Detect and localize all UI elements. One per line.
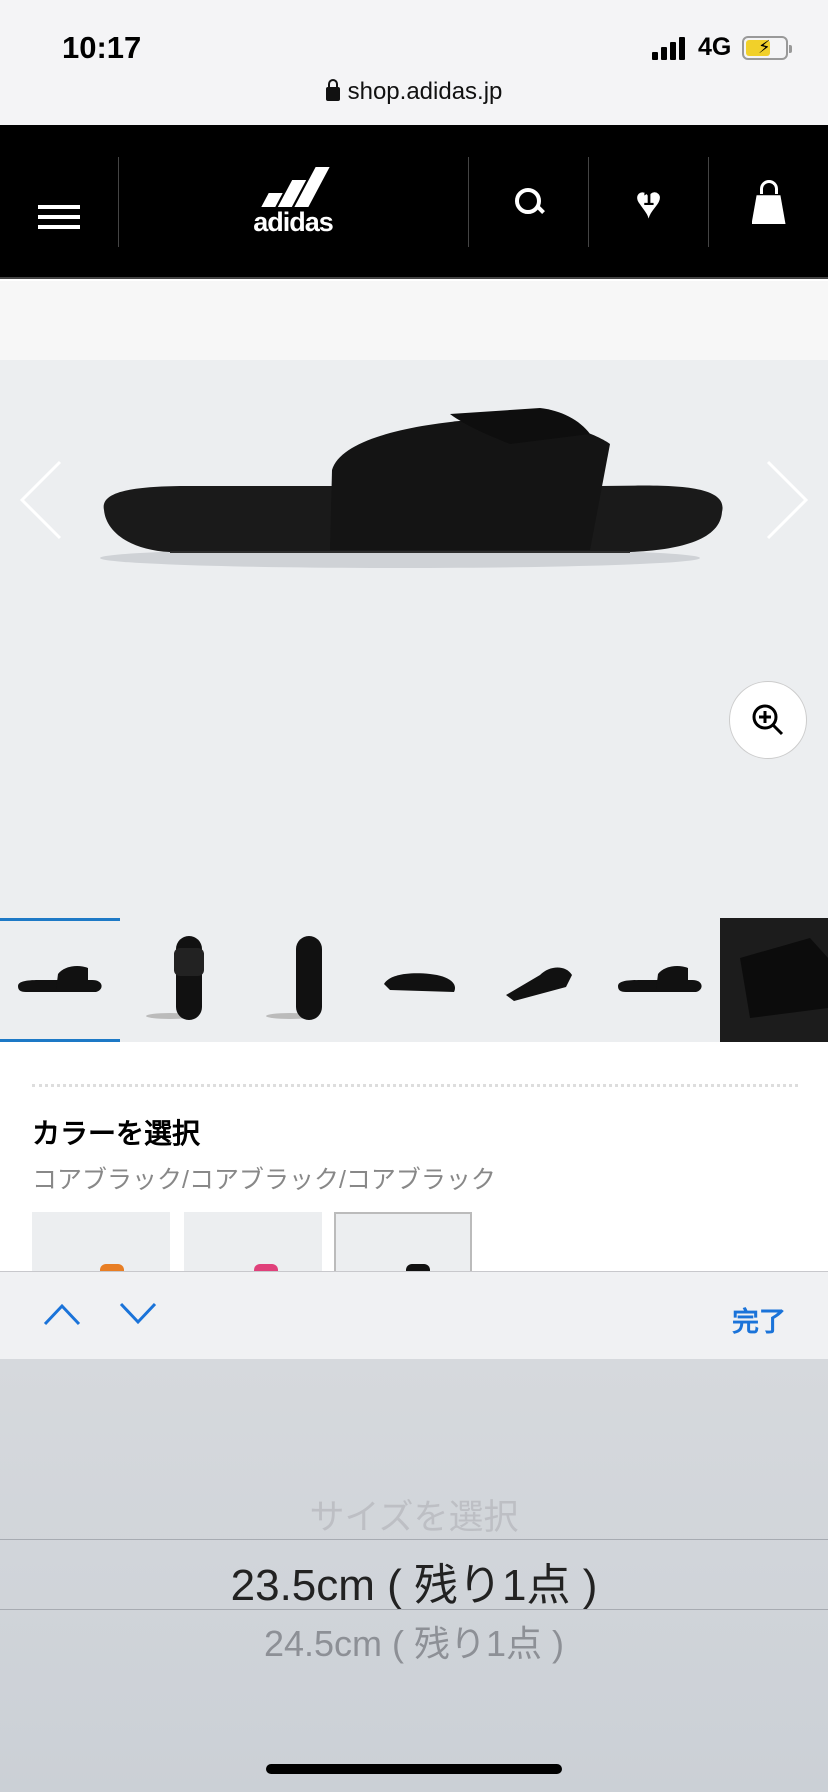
picker-toolbar: 完了 (0, 1271, 828, 1359)
network-label: 4G (698, 33, 732, 61)
color-section-title: カラーを選択 (32, 1118, 201, 1149)
wishlist-button[interactable]: ♥ 1 (588, 157, 708, 247)
thumbnail-2[interactable] (120, 918, 240, 1042)
next-arrow-icon[interactable] (766, 460, 810, 540)
zoom-in-icon (752, 704, 784, 736)
picker-option[interactable]: 24.5cm ( 残り1点 ) (0, 1615, 828, 1667)
wishlist-count: 1 (642, 188, 655, 210)
thumbnail-4[interactable] (360, 918, 480, 1042)
brand-wordmark: adidas (253, 206, 334, 237)
chevron-down-icon[interactable] (118, 1298, 158, 1328)
adidas-logo[interactable]: adidas (118, 157, 468, 247)
thumbnail-6[interactable] (600, 918, 720, 1042)
shopping-bag-icon (751, 180, 787, 224)
picker-option[interactable]: サイズを選択 (0, 1489, 828, 1540)
lock-icon (325, 79, 340, 101)
promo-banner (0, 281, 828, 360)
product-image (100, 408, 723, 568)
url-text: shop.adidas.jp (347, 78, 503, 105)
dotted-divider (32, 1084, 798, 1087)
address-bar[interactable]: shop.adidas.jp (0, 78, 828, 106)
search-button[interactable] (468, 157, 588, 247)
zoom-button[interactable] (729, 681, 807, 759)
heart-icon: ♥ 1 (634, 176, 663, 228)
selected-color-name: コアブラック/コアブラック/コアブラック (32, 1166, 496, 1194)
cart-button[interactable] (708, 157, 828, 247)
product-gallery[interactable] (0, 360, 828, 918)
home-indicator[interactable] (266, 1764, 562, 1774)
thumbnail-3[interactable] (240, 918, 360, 1042)
menu-icon[interactable] (38, 205, 80, 235)
thumbnail-7[interactable] (720, 918, 828, 1042)
status-time: 10:17 (62, 30, 142, 65)
thumbnail-5[interactable] (480, 918, 600, 1042)
site-header: adidas ♥ 1 (0, 125, 828, 279)
thumbnail-1[interactable] (0, 918, 120, 1042)
color-section: カラーを選択 コアブラック/コアブラック/コアブラック (0, 1042, 828, 1282)
size-picker[interactable]: サイズを選択 23.5cm ( 残り1点 ) 24.5cm ( 残り1点 ) (0, 1359, 828, 1792)
done-button[interactable]: 完了 (732, 1300, 786, 1339)
search-icon (514, 188, 543, 216)
prev-arrow-icon[interactable] (18, 460, 62, 540)
signal-icon (652, 36, 690, 60)
battery-icon: ⚡ (742, 36, 792, 60)
status-bar: 10:17 4G ⚡ shop.adidas.jp (0, 0, 828, 125)
chevron-up-icon[interactable] (42, 1298, 82, 1328)
picker-option-selected[interactable]: 23.5cm ( 残り1点 ) (0, 1549, 828, 1613)
thumbnail-strip (0, 918, 828, 1042)
